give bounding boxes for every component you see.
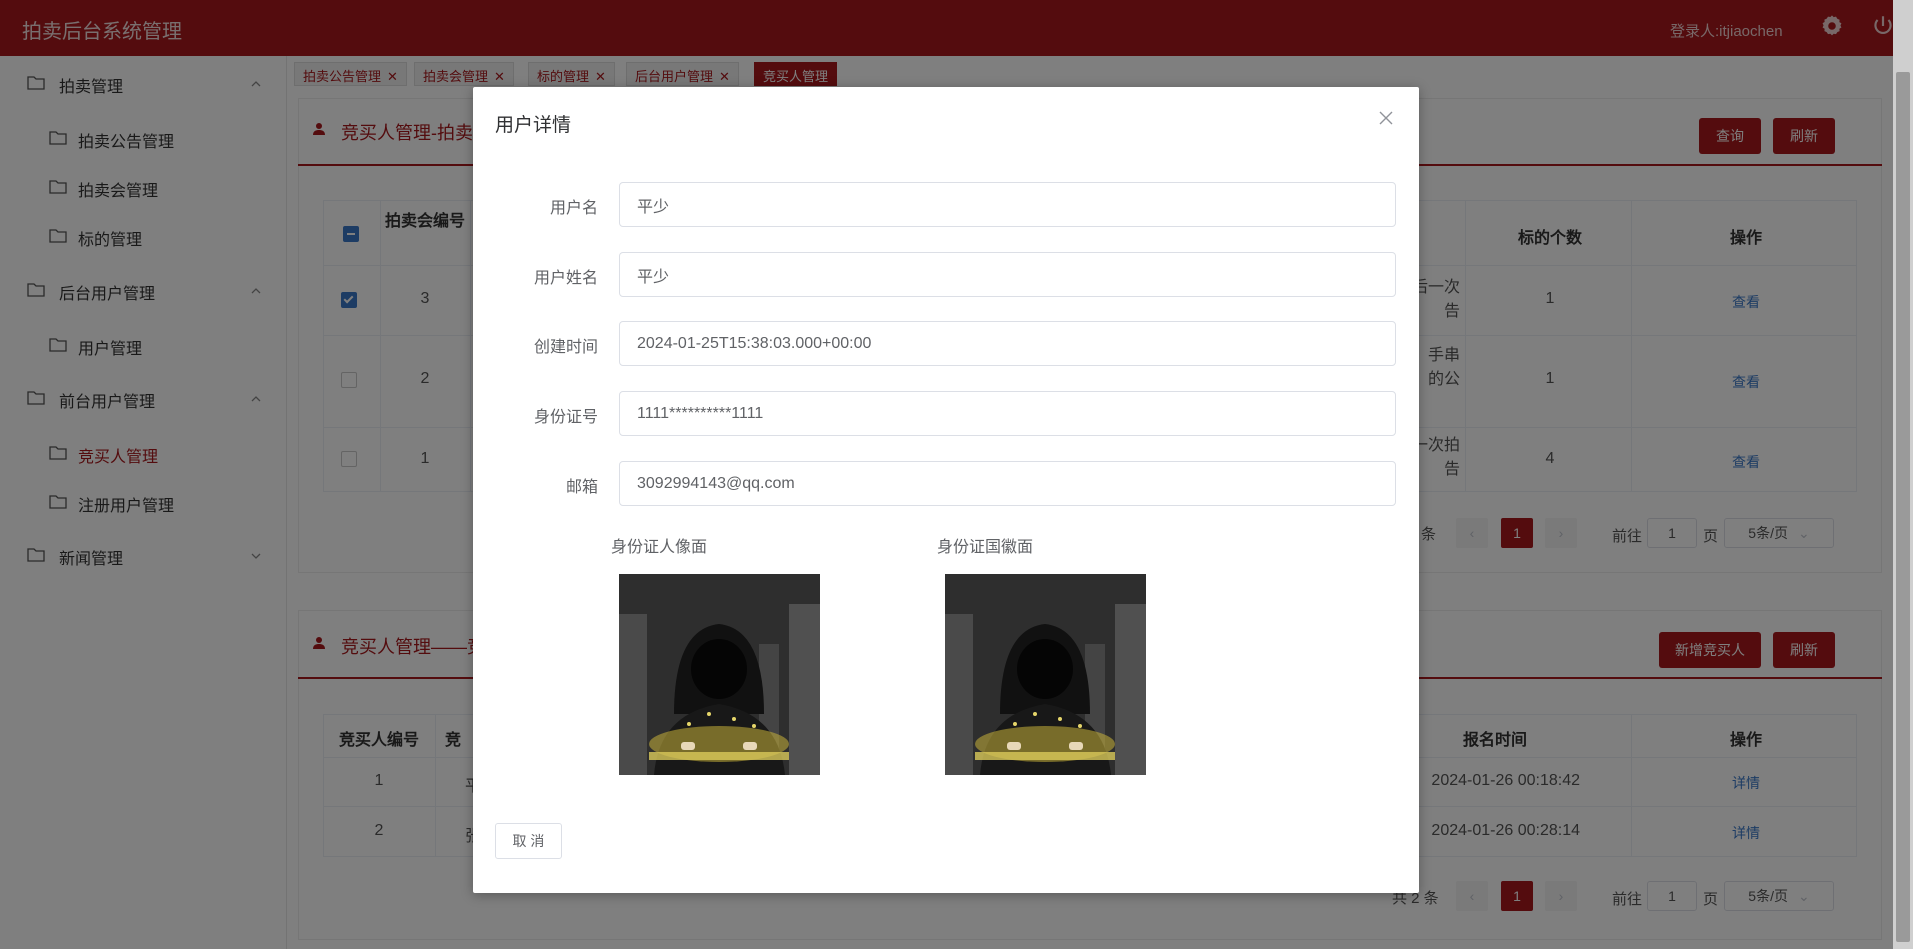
- email-label: 邮箱: [565, 479, 598, 496]
- id-front-label: 身份证人像面: [611, 539, 708, 556]
- id-front-image: [619, 574, 820, 775]
- username-label: 用户名: [549, 200, 598, 217]
- cancel-button[interactable]: 取 消: [495, 823, 562, 859]
- id-number-label: 身份证号: [533, 409, 598, 426]
- created-time-field[interactable]: [619, 321, 1396, 366]
- user-details-dialog: 用户详情 用户名 用户姓名 创建时间 身份证号 邮箱 身份证人像面 身份证国徽面: [473, 87, 1419, 893]
- username-field[interactable]: [619, 182, 1396, 227]
- id-back-label: 身份证国徽面: [937, 539, 1034, 556]
- created-time-label: 创建时间: [533, 339, 598, 356]
- scrollbar-thumb[interactable]: [1896, 72, 1910, 942]
- id-number-field[interactable]: [619, 391, 1396, 436]
- realname-field[interactable]: [619, 252, 1396, 297]
- dialog-title: 用户详情: [495, 115, 572, 136]
- realname-label: 用户姓名: [533, 270, 598, 287]
- id-back-image: [945, 574, 1146, 775]
- close-icon[interactable]: [1377, 109, 1395, 127]
- email-field[interactable]: [619, 461, 1396, 506]
